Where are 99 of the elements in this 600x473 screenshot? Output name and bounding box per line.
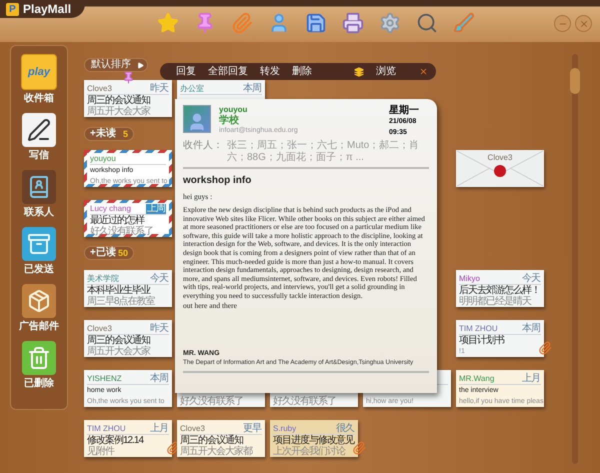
date-label: 本周 [149,374,169,384]
preview-text: 见附件 [87,446,114,456]
toolbar-action[interactable]: 全部回复 [208,66,248,78]
save-icon[interactable] [305,12,328,34]
sidebar-item[interactable]: 写信 [13,113,65,161]
subject-text: 周三的会议通知 [87,336,150,346]
paperclip-icon[interactable] [231,12,254,34]
trash-bin-icon [22,341,56,375]
address-book-icon [22,170,56,204]
close-icon [418,67,428,76]
sender-name: Clove3 [180,424,205,434]
subject-text: 项目计划书 [459,336,504,346]
date-label: 昨天 [150,84,169,94]
sender-name: S.ruby [273,424,296,434]
sender-name: Mikyo [459,274,480,284]
sender-name: TIM ZHOU [87,424,126,434]
app-logo: P [6,2,19,16]
mail-card[interactable]: Clove3 昨天 周三的会议通知 周五开大会大家 [84,320,172,357]
sidebar-item[interactable]: play 收件箱 [13,54,65,104]
date-label: 很久 [335,424,355,434]
wax-seal-icon [494,165,506,177]
toolbar-action[interactable]: 删除 [292,66,312,78]
recipients-label: 收件人： [183,140,223,153]
mail-card[interactable]: 美术学院 今天 本科毕业生毕业 周三早8点在教室 [84,270,172,307]
date-label: 更早 [243,424,262,434]
section-toggle[interactable]: +未读 5 [84,127,134,141]
star-icon[interactable] [157,12,180,34]
recipients-text: 张三；周五；张一；六七；Muto；郝二；肖六；88G；九面花；面子；π ... [227,140,420,164]
subject-heading: workshop info [183,175,252,187]
scrollbar-thumb[interactable] [570,68,580,94]
section-toggle[interactable]: +已读 50 [84,246,134,260]
date-label: 昨天 [150,324,169,334]
settings-icon[interactable] [379,12,402,34]
mail-card[interactable]: Clove3 更早 周三的会议通知 周五开大会大家都 [177,420,265,457]
app-title: PlayMall [23,2,72,16]
close-icon [578,18,588,28]
subject-text: 周三的会议通知 [180,436,243,446]
date-label: 本周 [521,324,541,334]
sender-name: youyou [219,105,248,114]
subject-text: 本科毕业生毕业 [87,286,150,296]
subject-text: 周三的会议通知 [87,96,150,106]
play-icon [137,62,144,68]
preview-text: 好久没有联系了 [90,226,153,236]
weekday-label: 星期一 [389,105,419,116]
preview-text: 好久没有联系了 [180,396,243,406]
date-label: 今天 [521,274,541,284]
date-label: 上月 [521,374,541,384]
pen-paper-icon [22,113,56,147]
cabinet-icon [22,227,56,261]
box-icon [22,284,56,318]
date-label: 本周 [242,84,262,94]
sender-name: Lucy chang [90,204,131,214]
view-button[interactable]: 浏览 [376,66,396,78]
sender-name: Clove3 [87,84,112,94]
sender-name: Clove3 [488,153,512,163]
mail-card[interactable]: Clove3 昨天 周三的会议通知 周五开大会大家 [84,80,172,117]
sidebar-item[interactable]: 广告邮件 [13,284,65,332]
date-label: 今天 [149,274,169,284]
sidebar-item[interactable]: 已发送 [13,227,65,275]
layers-icon [354,66,364,76]
subject-text: 最近过的怎样 [90,216,144,226]
section-label: +已读 [90,248,116,258]
mail-card[interactable]: S.ruby 很久 项目进度与修改意见 上次开会我们讨论 [270,420,358,457]
sender-group: 学校 [219,115,298,126]
preview-text: 周五开大会大家都 [180,446,252,456]
sidebar-item[interactable]: 联系人 [13,170,65,218]
subject-text: 修改案例12.14 [87,436,144,446]
minimize-button[interactable] [554,15,571,32]
preview-text: 好久没有联系了 [273,396,336,406]
avatar-placeholder [183,105,211,133]
toolbar-action[interactable]: 回复 [176,66,196,78]
section-label: +未读 [90,129,116,139]
subject-text: 后天去郊游怎么样！ [459,286,540,296]
sender-name: TIM ZHOU [459,324,498,334]
preview-text: 明明都已经是晴天 [459,296,531,306]
sender-name: youyou [90,154,116,164]
search-icon[interactable] [416,12,438,34]
subject-text: 项目进度与修改意见 [273,436,354,446]
envelope-card[interactable]: Clove3 [456,150,544,187]
preview-text: 周五开大会大家 [87,106,150,116]
preview-text: 上次开会我们讨论 [273,446,345,456]
date-label: 上月 [149,424,169,434]
count-label: 50 [118,248,128,258]
sort-button[interactable]: 默认排序 [84,58,148,72]
mail-card[interactable]: Mikyo 今天 后天去郊游怎么样！ 明明都已经是晴天 [456,270,544,307]
inbox-cube-icon: play [21,54,57,90]
brush-icon[interactable] [453,12,476,34]
mail-card[interactable]: TIM ZHOU 上月 修改案例12.14 见附件 [84,420,172,457]
sender-name: 美术学院 [87,274,119,284]
sender-name: Clove3 [87,324,112,334]
close-button[interactable] [418,66,428,76]
sender-name: YISHENZ [87,374,122,384]
toolbar-action[interactable]: 转发 [260,66,280,78]
printer-icon[interactable] [342,12,364,34]
sidebar-item[interactable]: 已删除 [13,341,65,389]
count-label: 5 [122,129,128,139]
sender-name: 办公室 [180,84,204,94]
preview-text: 周五开大会大家 [87,346,150,356]
sender-name: MR.Wang [459,374,494,384]
